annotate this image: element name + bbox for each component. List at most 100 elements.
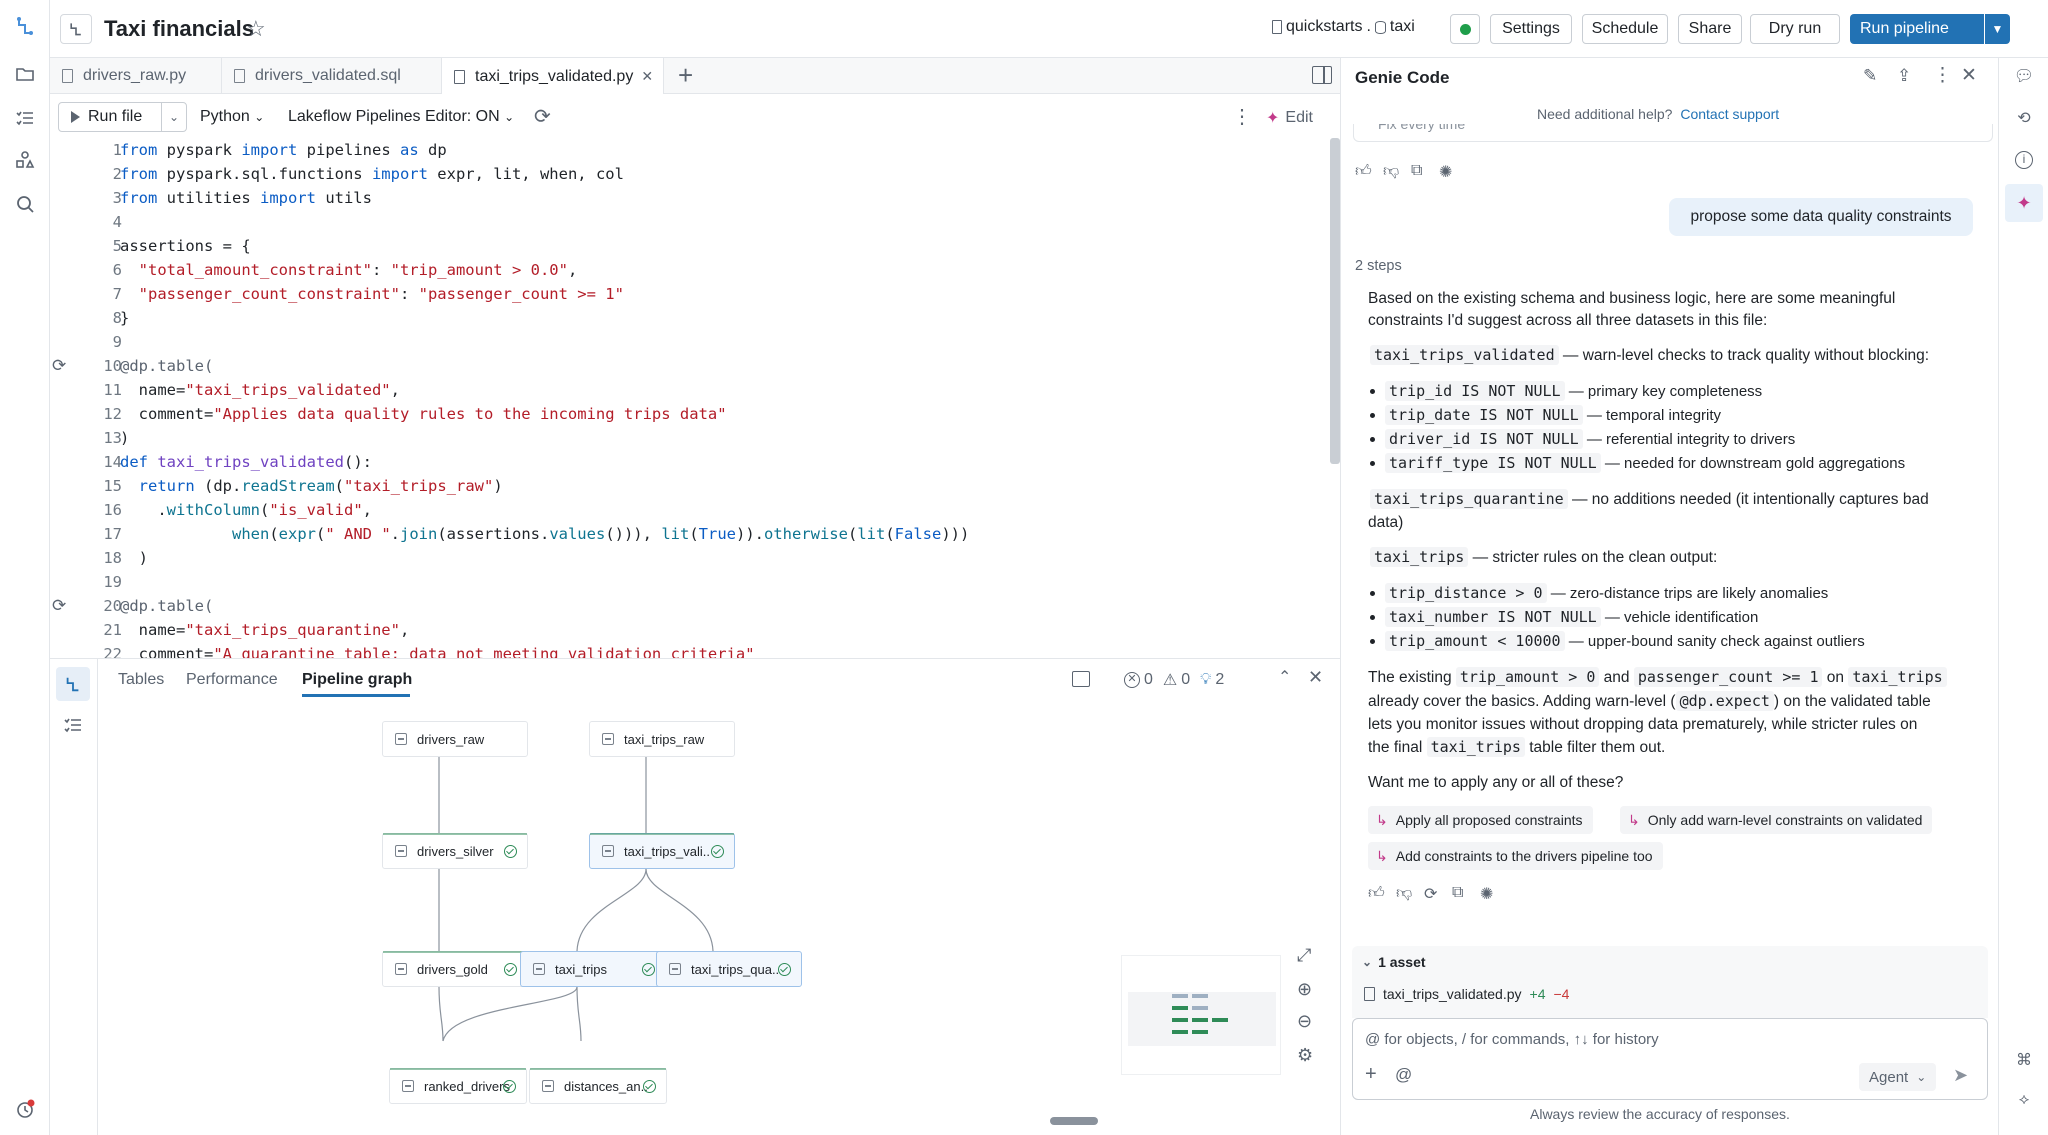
steps-label[interactable]: 2 steps <box>1355 258 1402 274</box>
table-icon <box>669 963 681 975</box>
more-vertical-icon[interactable]: ⋮ <box>1232 104 1252 129</box>
tab-taxi-trips-validated[interactable]: taxi_trips_validated.py ✕ <box>442 58 664 95</box>
bug-icon[interactable]: ✺ <box>1439 162 1452 182</box>
status-indicator[interactable] <box>1450 14 1480 44</box>
chat-input[interactable]: @ for objects, / for commands, ↑↓ for hi… <box>1365 1031 1659 1048</box>
add-tab-icon[interactable]: + <box>678 60 693 90</box>
dry-run-button[interactable]: Dry run <box>1750 14 1840 44</box>
genie-sparkle-icon[interactable]: ✦ <box>2005 184 2043 222</box>
list-check-icon[interactable] <box>13 106 37 130</box>
comment-icon[interactable]: 💬︎ <box>2012 64 2036 88</box>
graph-node[interactable]: taxi_trips <box>520 951 666 987</box>
run-file-button[interactable]: Run file <box>58 102 162 132</box>
agent-mode-selector[interactable]: Agent ⌄ <box>1859 1063 1937 1091</box>
search-icon[interactable] <box>13 192 37 216</box>
star-icon[interactable]: ☆ <box>246 14 266 44</box>
regenerate-icon[interactable]: ⟳ <box>1424 884 1437 904</box>
asset-header[interactable]: ⌄ 1 asset <box>1362 954 1426 970</box>
tab-performance[interactable]: Performance <box>186 671 278 689</box>
mention-icon[interactable]: @ <box>1395 1065 1412 1085</box>
zoom-in-icon[interactable]: ⊕ <box>1297 979 1312 1000</box>
graph-node[interactable]: taxi_trips_vali.. <box>589 833 735 869</box>
graph-node[interactable]: taxi_trips_qua.. <box>656 951 802 987</box>
copy-icon[interactable]: ⧉ <box>1452 884 1463 902</box>
list-item: trip_id IS NOT NULL — primary key comple… <box>1369 380 1762 403</box>
graph-node[interactable]: drivers_raw <box>382 721 528 757</box>
horizontal-scrollbar[interactable] <box>1050 1117 1098 1125</box>
run-pipeline-dropdown-chevron-icon[interactable]: ▼ <box>1985 14 2010 44</box>
suggestion-count: 2 <box>1215 671 1225 688</box>
graph-node[interactable]: distances_an.. <box>529 1068 667 1104</box>
code-line: from pyspark.sql.functions import expr, … <box>120 165 624 183</box>
line-number: 16 <box>103 501 122 519</box>
edit-button[interactable]: ✦ Edit <box>1266 108 1313 128</box>
graph-node[interactable]: drivers_gold <box>382 951 528 987</box>
add-attachment-icon[interactable]: + <box>1365 1063 1377 1086</box>
assistant-icon[interactable]: ⟡ <box>2012 1088 2036 1112</box>
close-panel-icon[interactable]: ✕ <box>1961 64 1977 87</box>
history-icon[interactable]: ⟲ <box>2012 106 2036 130</box>
shapes-icon[interactable] <box>13 148 37 172</box>
editor-toggle[interactable]: Lakeflow Pipelines Editor: ON ⌄ <box>288 108 514 126</box>
catalog-schema-selector[interactable]: quickstarts . taxi <box>1272 18 1415 36</box>
asset-file[interactable]: taxi_trips_validated.py +4 −4 <box>1364 986 1569 1002</box>
tab-drivers-raw[interactable]: drivers_raw.py <box>50 58 222 94</box>
chat-input-box[interactable]: @ for objects, / for commands, ↑↓ for hi… <box>1352 1018 1988 1100</box>
language-selector[interactable]: Python ⌄ <box>200 108 264 126</box>
split-view-icon[interactable] <box>1312 66 1332 84</box>
suggestion-chip[interactable]: ↳ Apply all proposed constraints <box>1368 806 1593 834</box>
graph-layout-icon[interactable] <box>1072 671 1090 687</box>
pipeline-graph-canvas[interactable]: drivers_raw taxi_trips_raw drivers_silve… <box>99 705 1340 1135</box>
suggestion-chip[interactable]: ↳ Only add warn-level constraints on vali… <box>1620 806 1933 834</box>
close-tab-icon[interactable]: ✕ <box>641 68 653 85</box>
run-pipeline-button[interactable]: Run pipeline <box>1850 14 1984 44</box>
run-cell-icon[interactable]: ⟳ <box>52 594 66 618</box>
run-file-dropdown-chevron-icon[interactable]: ⌄ <box>161 102 187 132</box>
close-panel-icon[interactable]: ✕ <box>1308 667 1323 688</box>
help-text: Need additional help? Contact support <box>1537 106 1780 122</box>
thumbs-down-icon[interactable]: 👎︎ <box>1383 162 1399 181</box>
suggestion-chip[interactable]: ↳ Add constraints to the drivers pipeline… <box>1368 842 1663 870</box>
keyboard-shortcuts-icon[interactable]: ⌘ <box>2012 1048 2036 1072</box>
graph-node[interactable]: drivers_silver <box>382 833 528 869</box>
thumbs-down-icon[interactable]: 👎︎ <box>1396 884 1412 903</box>
issue-counts[interactable]: ✕ 0 ⚠ 0 💡︎ 2 <box>1124 670 1224 690</box>
code-line: ) <box>120 429 130 447</box>
editor-scrollbar[interactable] <box>1330 138 1340 464</box>
tab-pipeline-graph[interactable]: Pipeline graph <box>302 671 412 689</box>
event-log-icon[interactable] <box>63 715 83 740</box>
refresh-icon[interactable]: ⟳ <box>534 104 551 129</box>
copy-icon[interactable]: ⧉ <box>1411 162 1422 180</box>
zoom-out-icon[interactable]: ⊖ <box>1297 1011 1312 1032</box>
more-vertical-icon[interactable]: ⋮ <box>1933 64 1952 87</box>
lightbulb-icon: 💡︎ <box>1200 671 1212 688</box>
pipeline-graph-icon[interactable] <box>56 667 90 701</box>
new-chat-icon[interactable]: ✎ <box>1863 66 1877 86</box>
folder-icon[interactable] <box>13 62 37 86</box>
fit-to-screen-icon[interactable]: ⤢ <box>1297 945 1311 966</box>
run-cell-icon[interactable]: ⟳ <box>52 354 66 378</box>
export-icon[interactable]: ⇪ <box>1897 66 1911 86</box>
pipeline-logo-icon[interactable] <box>13 14 37 38</box>
settings-button[interactable]: Settings <box>1490 14 1572 44</box>
pipeline-type-icon[interactable] <box>60 14 92 44</box>
tab-drivers-validated[interactable]: drivers_validated.sql <box>222 58 442 94</box>
schedule-button[interactable]: Schedule <box>1582 14 1668 44</box>
graph-minimap[interactable] <box>1121 955 1281 1075</box>
info-icon[interactable]: i <box>2012 148 2036 172</box>
graph-node[interactable]: taxi_trips_raw <box>589 721 735 757</box>
thumbs-up-icon[interactable]: 👍︎ <box>1368 884 1385 903</box>
contact-support-link[interactable]: Contact support <box>1680 106 1779 122</box>
graph-settings-icon[interactable]: ⚙ <box>1297 1045 1313 1066</box>
collapse-up-icon[interactable]: ⌃ <box>1278 667 1291 687</box>
share-button[interactable]: Share <box>1678 14 1742 44</box>
line-number: 12 <box>103 405 122 423</box>
line-number: 17 <box>103 525 122 543</box>
tab-tables[interactable]: Tables <box>118 671 164 689</box>
bug-icon[interactable]: ✺ <box>1480 884 1493 904</box>
send-icon[interactable]: ➤ <box>1953 1065 1968 1086</box>
history-alert-icon[interactable] <box>13 1097 37 1121</box>
graph-node[interactable]: ranked_drivers <box>389 1068 527 1104</box>
code-editor[interactable]: 1 from pyspark import pipelines as dp 2 fr… <box>50 138 1340 658</box>
thumbs-up-icon[interactable]: 👍︎ <box>1355 162 1372 181</box>
